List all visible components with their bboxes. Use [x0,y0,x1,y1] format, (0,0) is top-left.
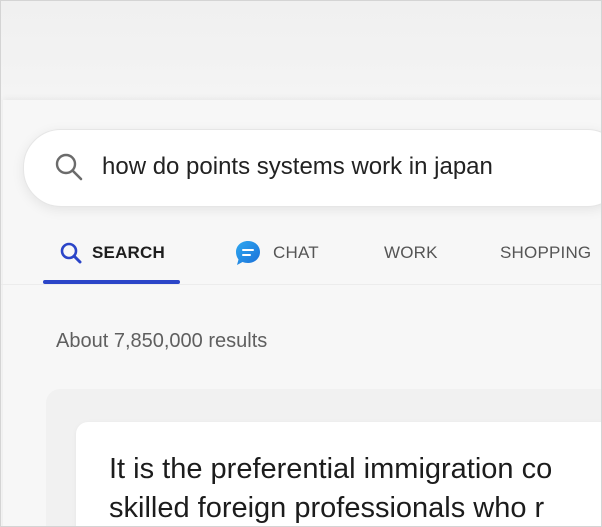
tabs-divider [1,284,601,285]
tab-work[interactable]: WORK [384,227,438,279]
chat-bubble-icon [236,241,260,265]
tab-chat[interactable]: CHAT [233,227,319,279]
answer-line: It is the preferential immigration co [109,453,553,485]
tab-search-label: SEARCH [92,243,165,262]
results-count: About 7,850,000 results [56,330,268,352]
tab-shopping[interactable]: SHOPPING [500,227,591,279]
tab-chat-label: CHAT [273,243,319,262]
search-icon[interactable] [54,152,84,182]
search-icon [60,242,82,264]
tab-shopping-label: SHOPPING [500,243,592,262]
search-tabs: SEARCH CHAT WORK SHOPPING [1,227,601,285]
search-box[interactable]: how do points systems work in japan [23,129,601,207]
answer-line: skilled foreign professionals who r [109,492,545,524]
tab-search[interactable]: SEARCH [43,227,180,279]
browser-viewport: how do points systems work in japan SEAR… [0,0,602,527]
search-input[interactable]: how do points systems work in japan [102,153,493,181]
answer-card: It is the preferential immigration co sk… [76,422,601,526]
tab-work-label: WORK [384,243,438,262]
answer-text: It is the preferential immigration co sk… [109,450,553,526]
